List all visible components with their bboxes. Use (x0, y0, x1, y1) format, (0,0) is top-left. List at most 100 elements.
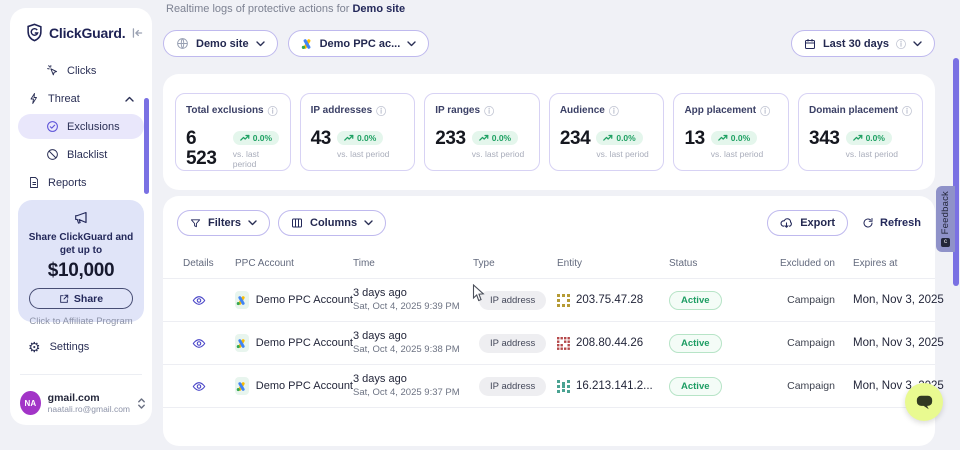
chevron-up-icon[interactable] (125, 96, 134, 102)
user-email: naatali.ro@gmail.com (48, 404, 130, 415)
stat-card-app-placement: App placementⓘ 13 0.0% vs. last period (673, 93, 789, 171)
feedback-tab[interactable]: Feedback c (936, 186, 955, 252)
sidebar-item-settings[interactable]: ⚙ Settings (28, 340, 89, 354)
stat-sub-label: vs. last period (711, 149, 763, 159)
table-row[interactable]: Demo PPC Account 3 days ago Sat, Oct 4, … (163, 364, 935, 407)
delta-badge: 0.0% (846, 131, 892, 145)
filters-button[interactable]: Filters (177, 210, 270, 236)
sidebar-item-threat[interactable]: Threat (18, 86, 144, 111)
stat-value: 234 (560, 129, 591, 149)
filters-button-label: Filters (208, 217, 241, 229)
table-row[interactable]: Demo PPC Account 3 days ago Sat, Oct 4, … (163, 278, 935, 321)
google-ads-icon (235, 291, 249, 309)
table-row[interactable]: Demo PPC Account 3 days ago Sat, Oct 4, … (163, 321, 935, 364)
column-header-excluded-on[interactable]: Excluded on (771, 258, 835, 270)
brand-header: ClickGuard. (10, 8, 152, 42)
stat-card-ip-addresses: IP addressesⓘ 43 0.0% vs. last period (300, 93, 416, 171)
ppc-account-name: Demo PPC Account (256, 380, 353, 392)
column-header-time[interactable]: Time (353, 258, 473, 270)
filter-bar: Demo site Demo PPC ac... Last 30 days ⓘ (163, 30, 935, 57)
sidebar-item-label: Blacklist (67, 149, 107, 161)
view-details-eye-icon[interactable] (191, 337, 207, 350)
ppc-account-selector-value: Demo PPC ac... (320, 38, 401, 50)
user-meta: gmail.com naatali.ro@gmail.com (48, 392, 130, 415)
info-icon[interactable]: ⓘ (376, 103, 386, 118)
ppc-account-selector[interactable]: Demo PPC ac... (288, 30, 430, 57)
cloud-download-icon (780, 217, 793, 230)
column-header-status[interactable]: Status (669, 258, 771, 270)
stat-value: 233 (435, 129, 466, 149)
affiliate-promo-card[interactable]: Share ClickGuard and get up to $10,000 S… (18, 200, 144, 322)
ppc-account-name: Demo PPC Account (256, 337, 353, 349)
info-icon[interactable]: ⓘ (760, 103, 770, 118)
user-avatar: NA (20, 391, 41, 415)
stat-label: Domain placement (809, 105, 898, 116)
delta-badge: 0.0% (596, 131, 642, 145)
exclusions-check-icon (46, 120, 59, 133)
type-badge: IP address (479, 377, 546, 396)
info-icon[interactable]: ⓘ (609, 103, 619, 118)
export-button[interactable]: Export (767, 210, 848, 236)
site-selector[interactable]: Demo site (163, 30, 278, 57)
sidebar-nav: Clicks Threat Exclusions Blacklist (10, 58, 152, 195)
column-header-type[interactable]: Type (473, 258, 557, 270)
time-absolute: Sat, Oct 4, 2025 9:39 PM (353, 301, 473, 313)
excluded-on-value: Campaign (771, 337, 835, 349)
column-header-expires-at[interactable]: Expires at (835, 258, 927, 270)
column-header-ppc-account[interactable]: PPC Account (235, 258, 353, 270)
excluded-on-value: Campaign (771, 380, 835, 392)
threat-bolt-icon (28, 92, 40, 105)
sidebar-scrollbar[interactable] (144, 98, 149, 194)
stat-card-total-exclusions: Total exclusionsⓘ 6 523 0.0% vs. last pe… (175, 93, 291, 171)
chat-widget-button[interactable] (905, 383, 943, 421)
sidebar-item-clicks[interactable]: Clicks (18, 58, 144, 83)
google-ads-icon (235, 377, 249, 395)
affiliate-link-label[interactable]: Click to Affiliate Program (18, 316, 144, 327)
stat-card-domain-placement: Domain placementⓘ 343 0.0% vs. last peri… (798, 93, 923, 171)
delta-badge: 0.0% (711, 131, 757, 145)
user-menu-chevrons-icon[interactable] (137, 397, 146, 410)
gear-icon: ⚙ (28, 340, 41, 354)
sidebar-item-blacklist[interactable]: Blacklist (18, 142, 144, 167)
sidebar-item-reports[interactable]: Reports (18, 170, 144, 195)
user-account[interactable]: NA gmail.com naatali.ro@gmail.com (20, 391, 146, 415)
ppc-account-name: Demo PPC Account (256, 294, 353, 306)
table-toolbar: Filters Columns Export Refres (163, 210, 935, 236)
promo-amount: $10,000 (18, 260, 144, 282)
date-range-selector[interactable]: Last 30 days ⓘ (791, 30, 935, 57)
share-button[interactable]: Share (29, 288, 133, 309)
column-header-details[interactable]: Details (183, 258, 235, 270)
page-subtitle: Realtime logs of protective actions for … (166, 3, 405, 15)
feedback-logo-icon: c (941, 238, 950, 247)
sidebar-item-exclusions[interactable]: Exclusions (18, 114, 144, 139)
megaphone-icon (73, 210, 89, 225)
info-icon[interactable]: ⓘ (484, 103, 494, 118)
sidebar-item-label: Clicks (67, 65, 96, 77)
info-icon[interactable]: ⓘ (902, 103, 912, 118)
view-details-eye-icon[interactable] (191, 294, 207, 307)
info-icon[interactable]: ⓘ (268, 103, 278, 118)
chevron-down-icon (407, 41, 416, 47)
entity-value: 16.213.141.2... (576, 380, 653, 392)
time-relative: 3 days ago (353, 287, 473, 300)
brand-name: ClickGuard. (49, 25, 125, 41)
clicks-cursor-icon (46, 64, 59, 77)
exclusions-table-panel: Filters Columns Export Refres (163, 196, 935, 446)
column-header-entity[interactable]: Entity (557, 258, 669, 270)
collapse-sidebar-icon[interactable] (131, 27, 144, 39)
info-icon: ⓘ (896, 36, 906, 51)
subtitle-site-name: Demo site (352, 3, 405, 15)
view-details-eye-icon[interactable] (191, 380, 207, 393)
calendar-icon (804, 38, 816, 50)
sidebar-divider (20, 374, 142, 375)
brand-shield-icon (26, 23, 43, 42)
refresh-button[interactable]: Refresh (862, 217, 921, 229)
stat-value: 6 523 (186, 129, 227, 169)
date-range-value: Last 30 days (823, 38, 889, 50)
stat-sub-label: vs. last period (472, 149, 524, 159)
status-badge: Active (669, 291, 722, 310)
chevron-down-icon (364, 220, 373, 226)
promo-text-line2: get up to (18, 245, 144, 258)
columns-button[interactable]: Columns (278, 210, 386, 236)
entity-value: 203.75.47.28 (576, 294, 643, 306)
